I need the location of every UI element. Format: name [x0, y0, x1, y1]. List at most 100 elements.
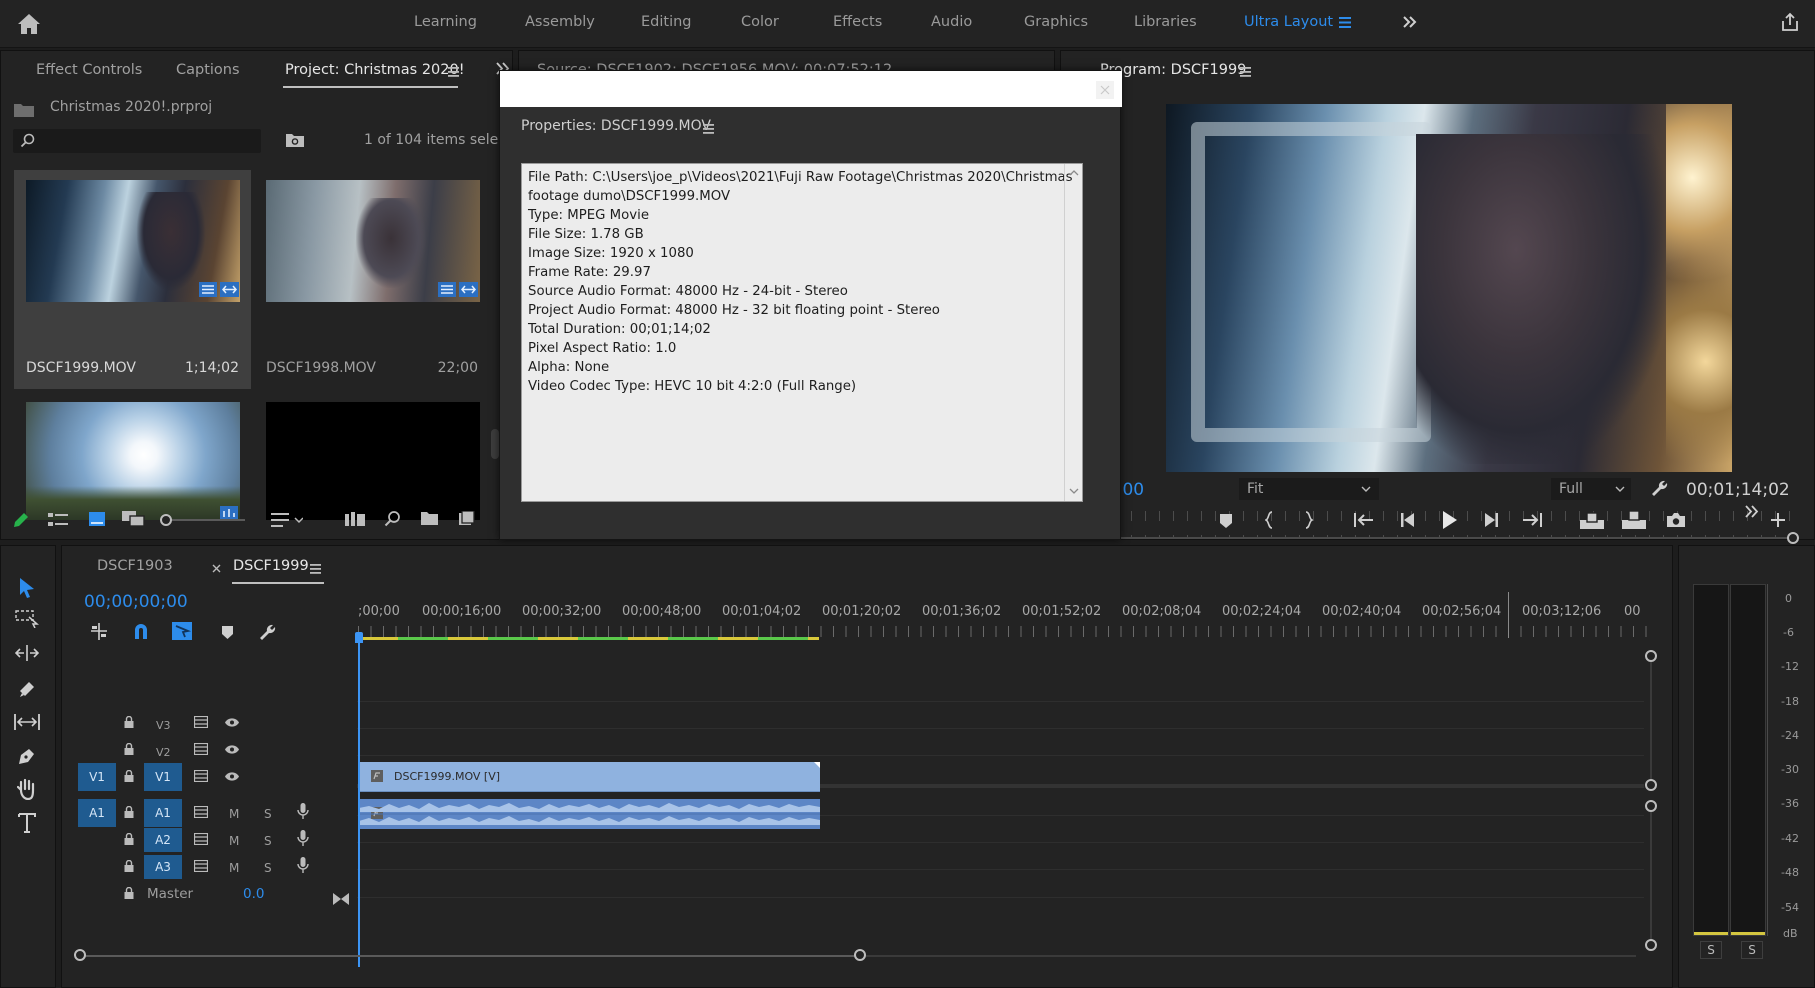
tab-captions[interactable]: Captions [176, 62, 240, 78]
lock-icon[interactable] [124, 770, 134, 782]
workspace-editing[interactable]: Editing [641, 14, 692, 30]
workspace-learning[interactable]: Learning [414, 14, 477, 30]
new-bin-icon[interactable] [420, 511, 439, 526]
eye-icon[interactable] [224, 717, 240, 728]
master-volume-value[interactable]: 0.0 [243, 886, 264, 902]
dialog-close-icon[interactable] [1096, 81, 1114, 99]
solo-button[interactable]: S [264, 807, 272, 821]
hand-tool-icon[interactable] [17, 778, 37, 800]
video-track-scroll-handle[interactable] [1645, 779, 1657, 791]
tab-sequence-dscf1999[interactable]: DSCF1999 [233, 558, 309, 574]
workspace-graphics[interactable]: Graphics [1024, 14, 1088, 30]
sync-lock-icon[interactable] [194, 806, 208, 818]
project-tab-menu-icon[interactable] [448, 67, 459, 77]
solo-button[interactable]: S [264, 861, 272, 875]
thumbnail-size-slider[interactable] [160, 514, 245, 526]
lock-icon[interactable] [124, 887, 134, 899]
video-clip[interactable]: DSCF1999.MOV [V] [359, 762, 820, 792]
zoom-level-select[interactable]: Fit [1239, 478, 1379, 500]
step-back-icon[interactable] [1400, 513, 1416, 527]
track-target-v1[interactable]: V1 [144, 763, 182, 791]
properties-text-area[interactable]: File Path: C:\Users\joe_p\Videos\2021\Fu… [521, 163, 1083, 502]
add-marker-icon[interactable] [222, 626, 233, 639]
track-label-v2[interactable]: V2 [156, 746, 171, 759]
audio-clip[interactable] [359, 799, 820, 829]
mark-out-icon[interactable] [1303, 511, 1313, 529]
share-icon[interactable] [1780, 12, 1800, 32]
lock-icon[interactable] [124, 833, 134, 845]
home-icon[interactable] [17, 13, 41, 35]
eye-icon[interactable] [224, 771, 240, 782]
sort-icons-icon[interactable] [271, 513, 303, 527]
eye-icon[interactable] [224, 744, 240, 755]
mute-button[interactable]: M [229, 807, 239, 821]
scrollbar-end-handle[interactable] [854, 949, 866, 961]
project-item[interactable]: DSCF1998.MOV 22;00 [256, 170, 493, 389]
lock-icon[interactable] [124, 743, 134, 755]
new-search-bin-icon[interactable] [285, 133, 305, 148]
icon-view-icon[interactable] [89, 512, 105, 526]
automate-to-sequence-icon[interactable] [345, 512, 365, 526]
scroll-down-icon[interactable] [1069, 488, 1079, 494]
properties-scrollbar[interactable] [1064, 164, 1082, 501]
source-patch-a1[interactable]: A1 [78, 799, 116, 827]
lift-icon[interactable] [1580, 511, 1604, 529]
type-tool-icon[interactable] [18, 813, 36, 833]
add-button-icon[interactable] [1771, 513, 1785, 527]
timeline-menu-icon[interactable] [310, 564, 321, 574]
meter-solo-right[interactable]: S [1741, 941, 1763, 959]
tab-project[interactable]: Project: Christmas 2020! [285, 62, 465, 78]
workspace-audio[interactable]: Audio [931, 14, 972, 30]
add-marker-icon[interactable] [1220, 514, 1232, 528]
resolution-select[interactable]: Full [1551, 478, 1631, 500]
track-target-a1[interactable]: A1 [144, 799, 182, 827]
sync-lock-icon[interactable] [194, 770, 208, 782]
linked-selection-icon[interactable] [172, 622, 192, 640]
workspace-effects[interactable]: Effects [833, 14, 882, 30]
workspace-libraries[interactable]: Libraries [1134, 14, 1197, 30]
project-search-field[interactable] [13, 129, 261, 153]
dialog-menu-icon[interactable] [703, 124, 714, 134]
lock-icon[interactable] [124, 716, 134, 728]
write-protect-pencil-icon[interactable] [12, 511, 30, 529]
track-target-a2[interactable]: A2 [144, 828, 182, 852]
project-scrollbar[interactable] [491, 429, 499, 459]
freeform-view-icon[interactable] [122, 511, 146, 527]
find-icon[interactable] [384, 510, 401, 527]
mute-button[interactable]: M [229, 861, 239, 875]
solo-button[interactable]: S [264, 834, 272, 848]
razor-tool-icon[interactable] [17, 679, 37, 699]
timeline-current-time[interactable]: 00;00;00;00 [84, 592, 188, 612]
workspace-color[interactable]: Color [741, 14, 779, 30]
step-forward-icon[interactable] [1483, 513, 1499, 527]
tab-sequence-dscf1903[interactable]: DSCF1903 [97, 558, 173, 574]
go-to-out-icon[interactable] [1522, 512, 1542, 528]
video-track-scroll-handle[interactable] [1645, 650, 1657, 662]
dialog-titlebar[interactable] [500, 71, 1122, 107]
program-menu-icon[interactable] [1240, 67, 1251, 77]
slider-handle[interactable] [160, 514, 172, 526]
source-patch-v1[interactable]: V1 [78, 763, 116, 791]
timeline-settings-wrench-icon[interactable] [259, 623, 277, 641]
mute-button[interactable]: M [229, 834, 239, 848]
workspace-ultra-layout[interactable]: Ultra Layout [1244, 14, 1333, 30]
sync-lock-icon[interactable] [194, 743, 208, 755]
snap-magnet-icon[interactable] [133, 623, 149, 639]
track-target-a3[interactable]: A3 [144, 855, 182, 879]
export-frame-camera-icon[interactable] [1666, 512, 1686, 528]
scrollbar-start-handle[interactable] [74, 949, 86, 961]
tab-effect-controls[interactable]: Effect Controls [36, 62, 142, 78]
selection-tool-icon[interactable] [18, 577, 36, 599]
audio-track-scroll-handle[interactable] [1645, 800, 1657, 812]
wrench-settings-icon[interactable] [1651, 479, 1669, 497]
more-workspaces-icon[interactable] [1403, 15, 1417, 29]
time-ruler[interactable]: ;00;00 00;00;16;00 00;00;32;00 00;00;48;… [358, 586, 1658, 619]
microphone-icon[interactable] [297, 857, 309, 874]
sync-lock-icon[interactable] [194, 833, 208, 845]
new-item-icon[interactable] [459, 511, 475, 527]
workspace-assembly[interactable]: Assembly [525, 14, 595, 30]
workspace-menu-icon[interactable] [1339, 17, 1351, 28]
track-select-tool-icon[interactable] [15, 610, 39, 628]
project-item[interactable]: DSCF1999.MOV 1;14;02 [14, 170, 251, 389]
lock-icon[interactable] [124, 860, 134, 872]
